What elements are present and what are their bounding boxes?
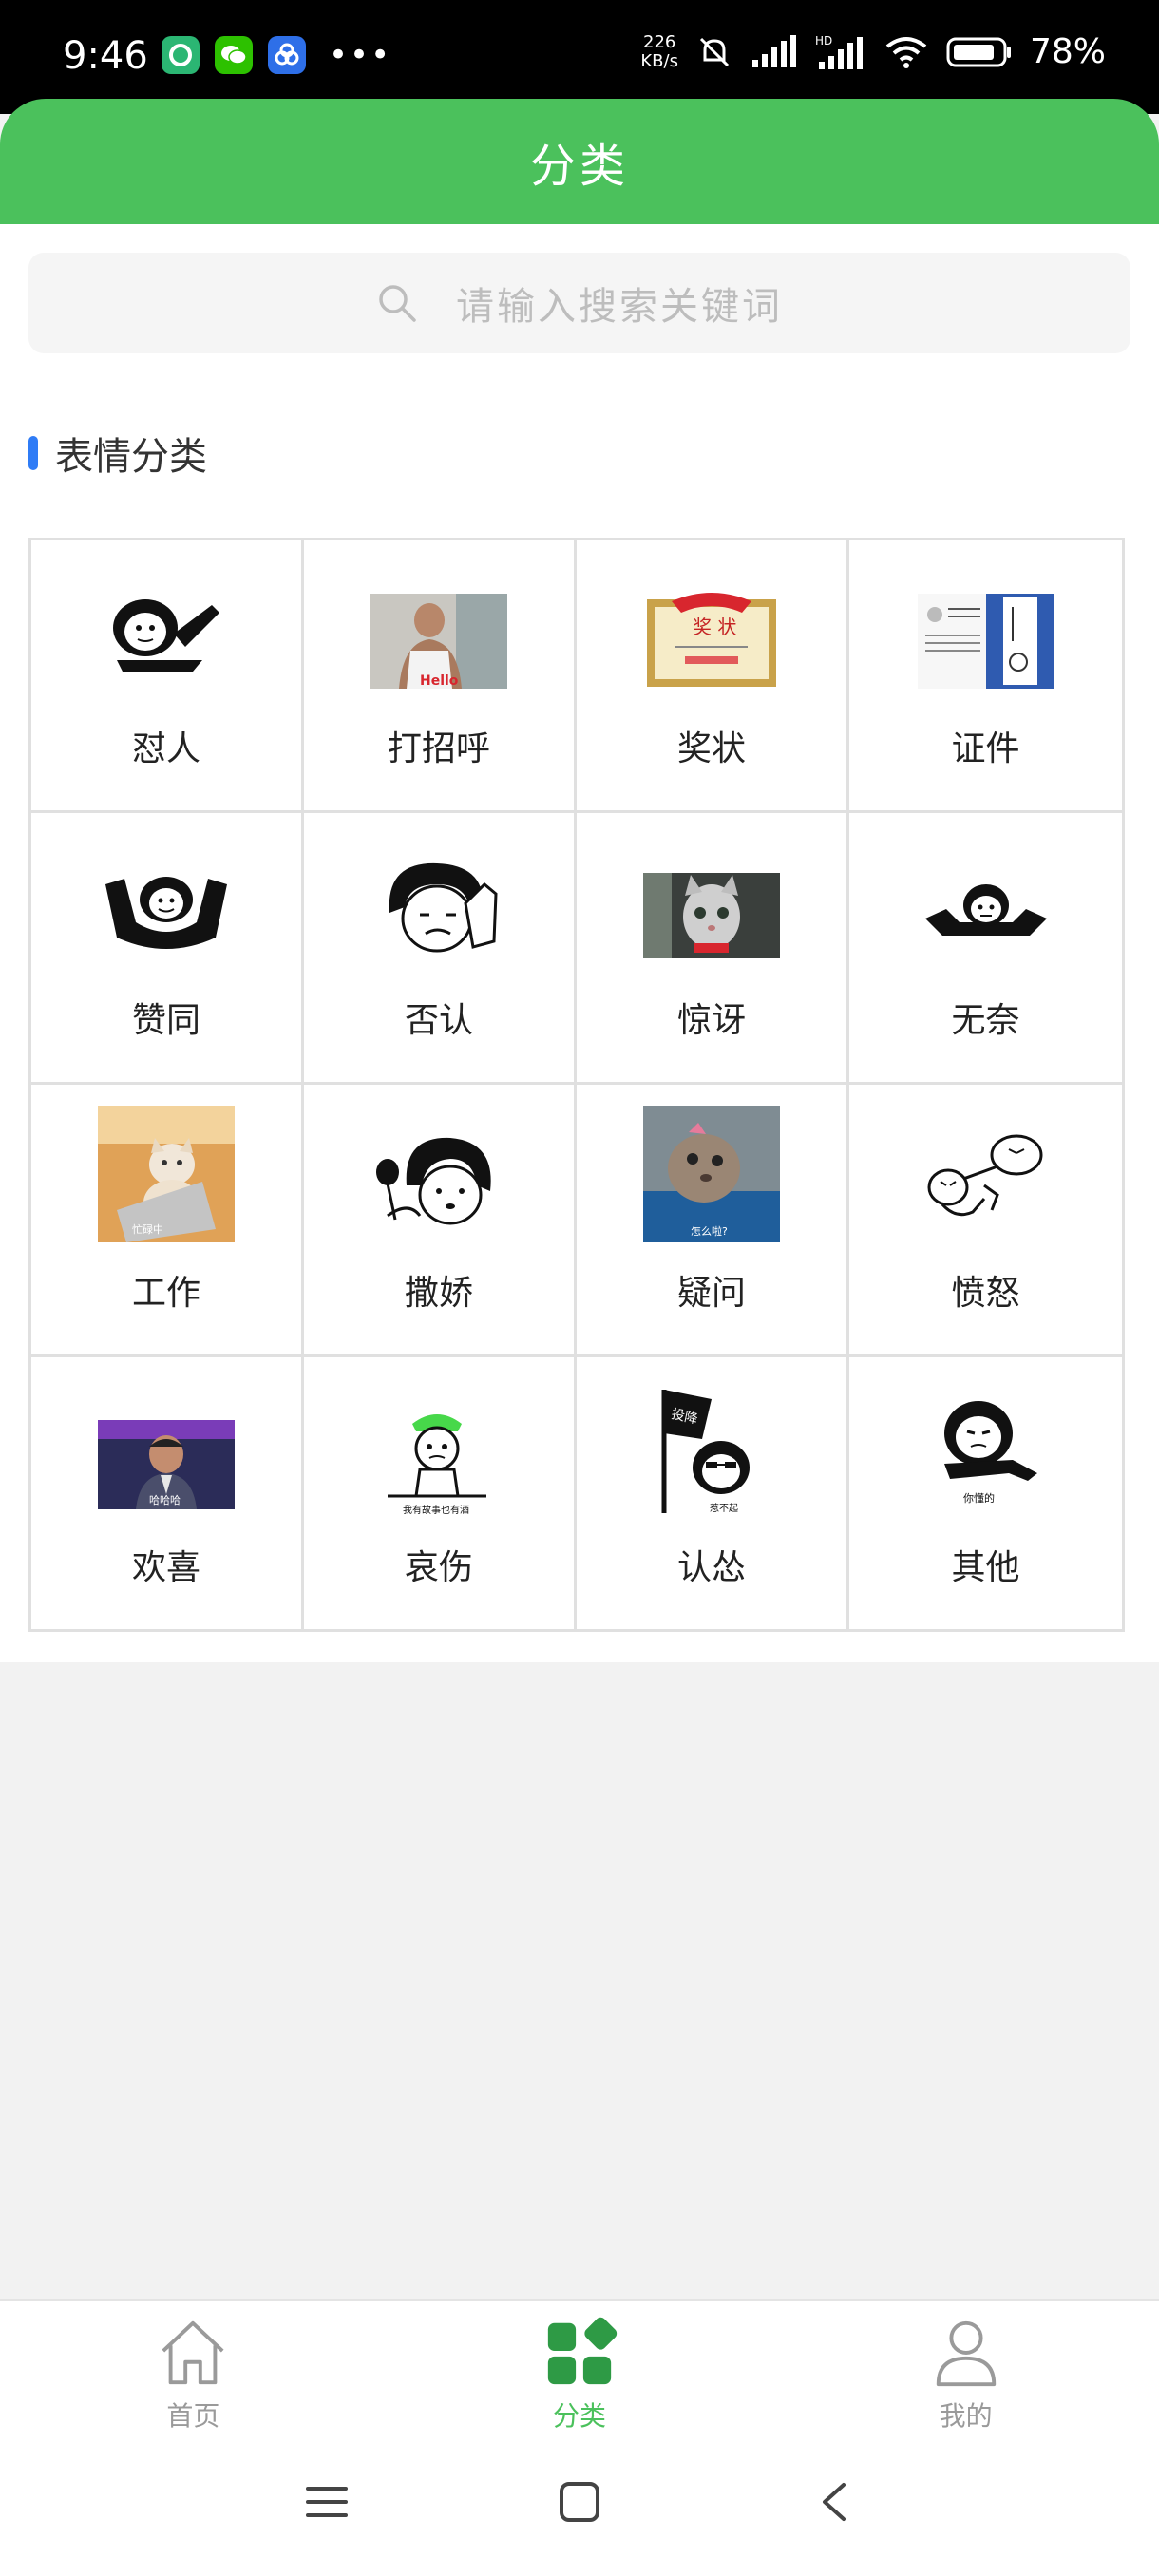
category-item[interactable]: 否认	[304, 812, 577, 1085]
tab-home[interactable]: 首页	[0, 2301, 387, 2434]
category-thumbnail: 你懂的	[918, 1401, 1054, 1517]
category-item[interactable]: 怎么啦? 疑问	[577, 1085, 849, 1357]
category-thumbnail	[918, 856, 1054, 970]
category-thumbnail	[918, 1128, 1054, 1242]
category-label: 赞同	[131, 1001, 200, 1040]
svg-text:怎么啦?: 怎么啦?	[691, 1224, 728, 1238]
main-content: 请输入搜索关键词 表情分类 怼人 Hello 打招呼 奖 状 奖状 证件 赞同 …	[0, 224, 1159, 1662]
svg-text:你懂的: 你懂的	[963, 1491, 995, 1505]
category-grid-icon	[547, 2317, 618, 2385]
svg-text:惹不起: 惹不起	[710, 1503, 738, 1514]
category-label: 哀伤	[404, 1548, 473, 1587]
app-header: 分类	[0, 99, 1159, 224]
app-notification-icon	[162, 36, 200, 74]
category-label: 其他	[951, 1548, 1020, 1587]
search-icon	[379, 285, 416, 322]
search-bar[interactable]: 请输入搜索关键词	[28, 253, 1130, 353]
category-grid: 怼人 Hello 打招呼 奖 状 奖状 证件 赞同 否认 惊讶 无奈 忙碌中 工…	[28, 538, 1125, 1632]
status-right: 226 KB/s HD 78%	[640, 32, 1106, 71]
category-item[interactable]: 怼人	[31, 540, 304, 813]
signal-hd-icon: HD	[815, 34, 863, 69]
section-title: 表情分类	[55, 435, 207, 479]
svg-text:忙碌中: 忙碌中	[132, 1222, 163, 1236]
home-button-icon[interactable]	[559, 2481, 600, 2523]
category-label: 欢喜	[131, 1548, 200, 1587]
category-label: 撒娇	[404, 1273, 473, 1313]
category-item[interactable]: 你懂的 其他	[849, 1357, 1122, 1630]
tab-mine-label: 我的	[939, 2400, 993, 2432]
category-thumbnail: 我有故事也有酒	[370, 1403, 507, 1517]
section-accent-bar	[28, 436, 38, 470]
category-label: 工作	[131, 1273, 200, 1313]
category-item[interactable]: 投降 惹不起 认怂	[577, 1356, 849, 1629]
category-thumbnail: 奖 状	[643, 584, 780, 698]
category-item[interactable]: 奖 状 奖状	[577, 540, 849, 813]
category-item[interactable]: 我有故事也有酒 哀伤	[304, 1356, 577, 1629]
category-item[interactable]: 赞同	[31, 812, 304, 1085]
category-label: 怼人	[131, 729, 200, 768]
category-label: 惊讶	[676, 1001, 746, 1040]
category-item[interactable]: 惊讶	[577, 812, 849, 1085]
category-item[interactable]: Hello 打招呼	[304, 540, 577, 813]
user-icon	[936, 2320, 996, 2387]
category-item[interactable]: 无奈	[849, 813, 1122, 1085]
net-speed-value: 226	[643, 31, 676, 52]
category-thumbnail	[370, 856, 507, 970]
home-icon	[162, 2320, 224, 2385]
section-header: 表情分类	[28, 426, 207, 481]
category-label: 证件	[951, 729, 1020, 768]
search-input[interactable]: 请输入搜索关键词	[456, 275, 783, 331]
page-title: 分类	[529, 140, 629, 193]
status-bar: 9:46 ••• 226 KB/s HD 78%	[0, 0, 1159, 114]
tab-home-label: 首页	[166, 2400, 220, 2432]
category-label: 奖状	[676, 729, 746, 768]
category-label: 愤怒	[951, 1273, 1020, 1313]
menu-icon[interactable]	[306, 2481, 348, 2523]
category-item[interactable]: 撒娇	[304, 1085, 577, 1357]
tab-mine[interactable]: 我的	[772, 2301, 1159, 2434]
signal-icon	[751, 34, 796, 67]
category-thumbnail	[98, 856, 235, 970]
category-label: 打招呼	[387, 729, 490, 768]
net-speed: 226 KB/s	[640, 31, 678, 71]
battery-icon	[946, 37, 1011, 66]
svg-text:奖 状: 奖 状	[693, 616, 736, 638]
category-thumbnail: Hello	[370, 584, 507, 698]
bottom-tab-bar: 首页 分类 我的	[0, 2299, 1159, 2434]
battery-percent: 78%	[1029, 32, 1106, 71]
tab-category-label: 分类	[553, 2400, 607, 2432]
notification-icons: •••	[162, 36, 391, 74]
category-thumbnail: 投降 惹不起	[643, 1390, 780, 1517]
wechat-icon	[215, 36, 253, 74]
category-thumbnail: 怎么啦?	[643, 1105, 780, 1242]
wifi-icon	[885, 36, 927, 68]
category-item[interactable]: 愤怒	[849, 1085, 1122, 1357]
category-label: 认怂	[676, 1548, 746, 1587]
category-label: 否认	[404, 1001, 473, 1040]
more-notifications-icon: •••	[329, 36, 392, 74]
category-thumbnail: 哈哈哈	[98, 1403, 235, 1517]
svg-text:HD: HD	[815, 34, 832, 47]
category-item[interactable]: 哈哈哈 欢喜	[31, 1356, 304, 1629]
category-thumbnail: 忙碌中	[98, 1105, 235, 1242]
category-label: 无奈	[951, 1001, 1020, 1040]
svg-text:我有故事也有酒: 我有故事也有酒	[403, 1504, 469, 1516]
cloud-app-icon	[268, 36, 306, 74]
category-item[interactable]: 忙碌中 工作	[31, 1085, 304, 1357]
category-thumbnail	[917, 584, 1054, 698]
system-nav-bar	[0, 2432, 1159, 2576]
net-speed-unit: KB/s	[640, 50, 678, 71]
category-thumbnail	[98, 584, 235, 698]
svg-text:哈哈哈: 哈哈哈	[149, 1494, 180, 1506]
back-icon[interactable]	[815, 2481, 853, 2523]
tab-category[interactable]: 分类	[387, 2301, 773, 2434]
status-time: 9:46	[63, 34, 148, 78]
category-label: 疑问	[676, 1273, 746, 1313]
category-item[interactable]: 证件	[849, 540, 1122, 813]
svg-text:Hello: Hello	[420, 673, 459, 689]
mute-bell-icon	[699, 37, 730, 66]
category-thumbnail	[643, 856, 780, 970]
category-thumbnail	[370, 1128, 507, 1242]
